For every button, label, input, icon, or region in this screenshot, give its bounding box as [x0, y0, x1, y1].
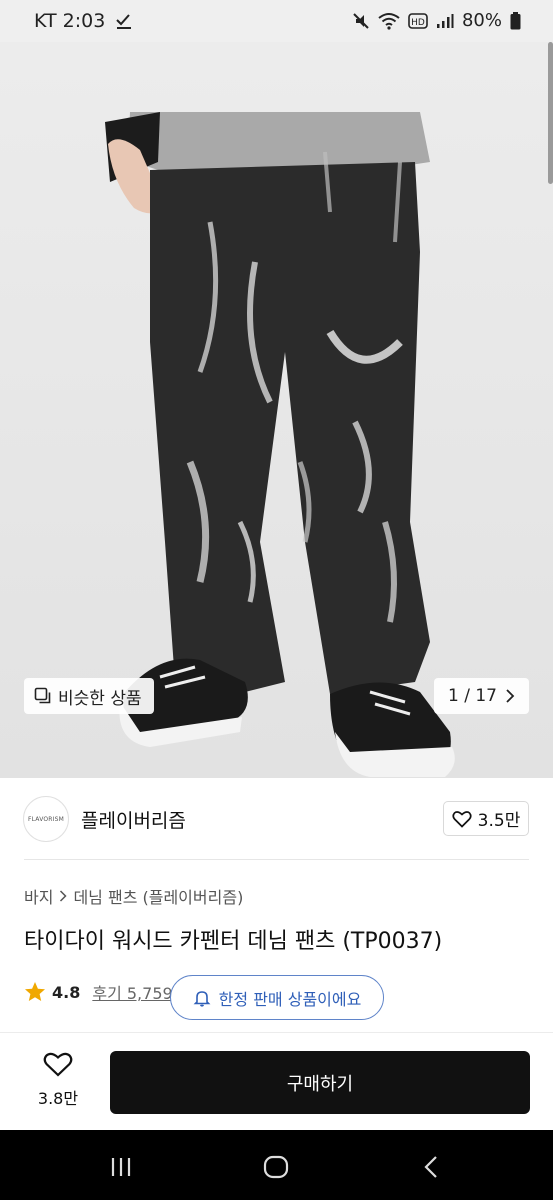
brand-like-button[interactable]: 3.5만: [443, 801, 529, 836]
heart-icon: [43, 1052, 73, 1077]
battery-icon: [510, 11, 521, 29]
star-icon: [25, 982, 45, 1001]
scrollbar[interactable]: [548, 42, 553, 184]
system-nav-bar: [0, 1130, 553, 1200]
buy-button[interactable]: 구매하기: [110, 1051, 530, 1114]
heart-icon: [452, 810, 472, 828]
brand-like-count: 3.5만: [477, 811, 521, 831]
purchase-bar: 3.8만 구매하기: [0, 1032, 553, 1130]
brand-logo[interactable]: FLAVORISM: [23, 796, 69, 842]
image-page-indicator[interactable]: 1 / 17: [434, 678, 529, 714]
hd-icon: HD: [408, 12, 428, 29]
limited-sale-notice[interactable]: 한정 판매 상품이에요: [170, 975, 384, 1020]
svg-text:HD: HD: [411, 18, 425, 28]
review-count-link[interactable]: 후기 5,759: [92, 980, 172, 1004]
divider: [24, 859, 529, 860]
chevron-right-icon: [60, 890, 68, 902]
wifi-icon: [378, 12, 400, 30]
carrier-time: KT 2:03: [34, 10, 106, 32]
page-indicator-text: 1 / 17: [448, 686, 497, 706]
brand-name[interactable]: 플레이버리즘: [81, 806, 186, 833]
brand-logo-text: FLAVORISM: [27, 815, 65, 823]
copy-icon: [34, 687, 51, 704]
breadcrumb: 바지 데님 팬츠 (플레이버리즘): [24, 884, 243, 908]
product-image[interactable]: [0, 42, 553, 778]
product-photo: [0, 42, 553, 778]
bell-icon: [193, 990, 211, 1007]
wish-button[interactable]: 3.8만: [20, 1051, 96, 1109]
home-icon: [263, 1155, 289, 1179]
status-bar: KT 2:03 HD 80%: [0, 0, 553, 42]
home-button[interactable]: [256, 1152, 296, 1182]
chevron-right-icon: [506, 689, 515, 703]
breadcrumb-subcategory[interactable]: 데님 팬츠 (플레이버리즘): [73, 884, 243, 908]
breadcrumb-category[interactable]: 바지: [24, 884, 53, 908]
download-check-icon: [116, 14, 132, 29]
limited-sale-label: 한정 판매 상품이에요: [218, 989, 362, 1009]
recent-apps-button[interactable]: [101, 1152, 141, 1182]
rating-row: 4.8 후기 5,759: [24, 980, 173, 1004]
recent-apps-icon: [111, 1158, 131, 1176]
product-title: 타이다이 워시드 카펜터 데님 팬츠 (TP0037): [24, 929, 443, 954]
back-icon: [424, 1156, 437, 1178]
similar-products-button[interactable]: 비슷한 상품: [24, 678, 154, 714]
similar-products-label: 비슷한 상품: [58, 688, 142, 709]
back-button[interactable]: [411, 1152, 451, 1182]
mute-icon: [353, 12, 369, 29]
wish-count: 3.8만: [37, 1089, 79, 1108]
rating-value: 4.8: [52, 982, 81, 1002]
brand-row: FLAVORISM 플레이버리즘 3.5만: [0, 778, 553, 860]
signal-icon: [436, 13, 454, 28]
battery-percent: 80%: [461, 10, 502, 31]
